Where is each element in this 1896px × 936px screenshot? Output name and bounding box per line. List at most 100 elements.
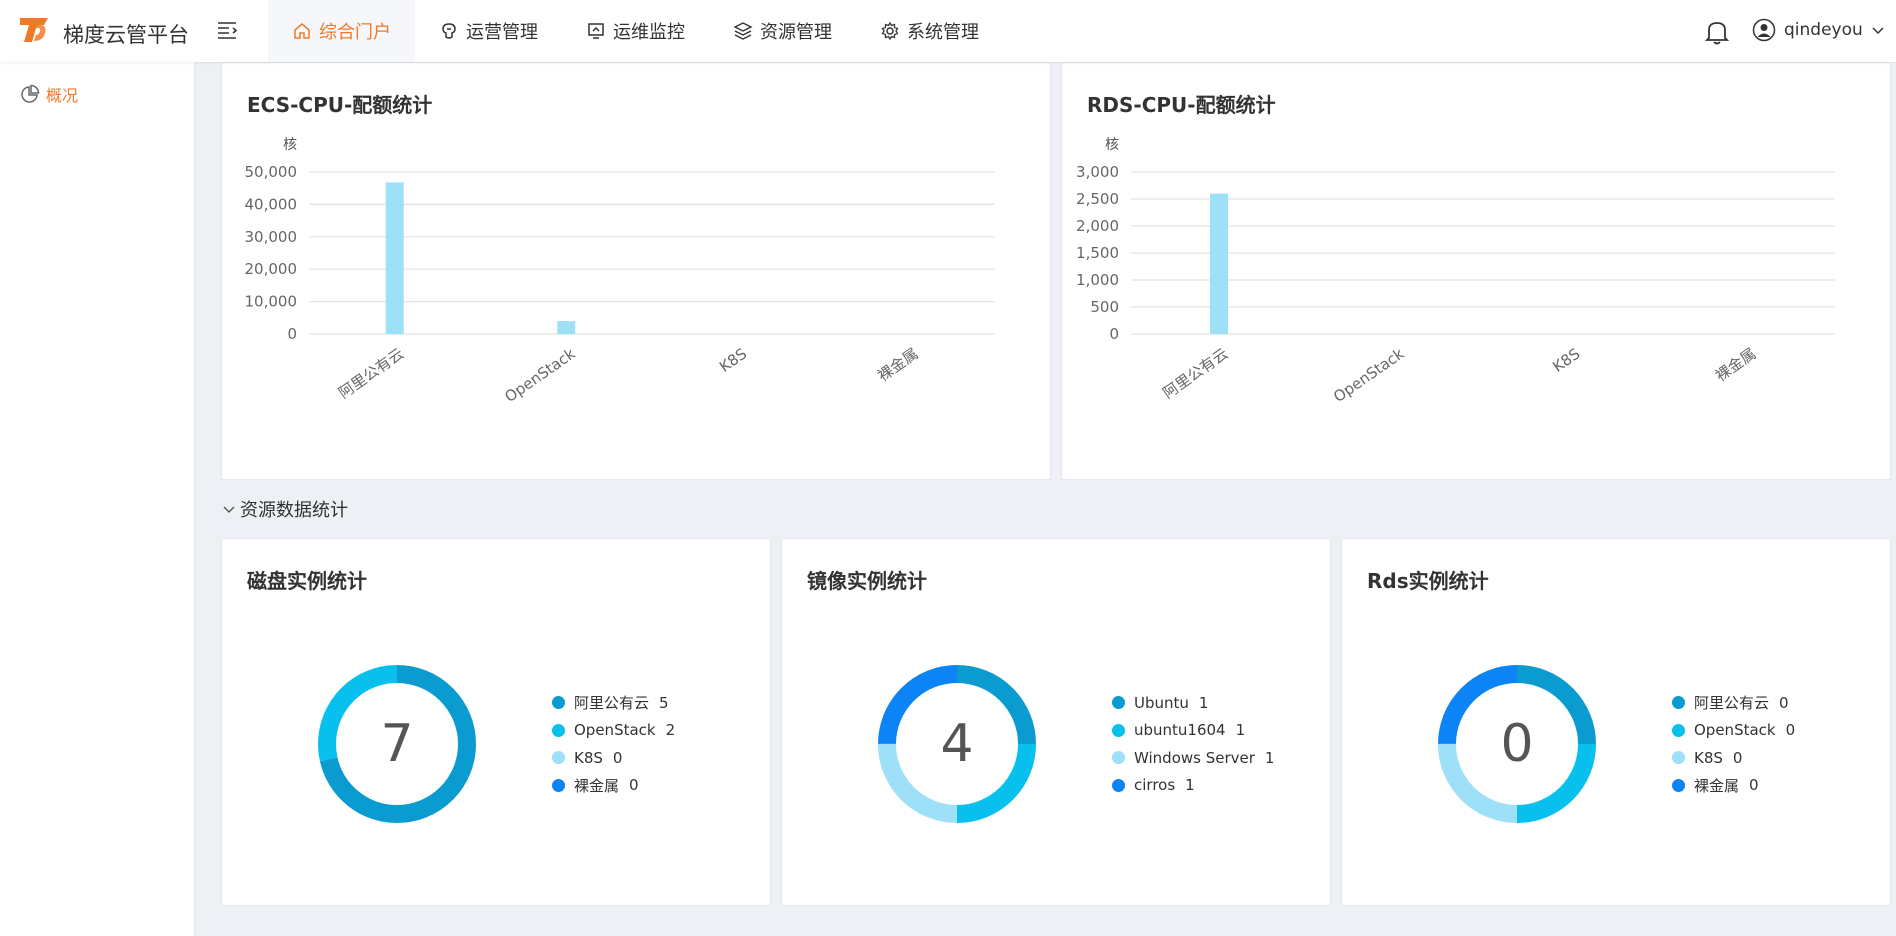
legend-label: cirros: [1134, 776, 1176, 795]
menu-collapse-icon[interactable]: [215, 18, 239, 42]
legend-item[interactable]: 阿里公有云 5: [552, 689, 675, 717]
y-tick-label: 30,000: [245, 228, 298, 246]
chart-title: 磁盘实例统计: [247, 569, 367, 593]
monitor-icon: [588, 23, 604, 39]
nav-item-label: 系统管理: [907, 22, 979, 43]
gear-icon: [881, 21, 899, 41]
y-tick-label: 40,000: [245, 195, 298, 213]
chevron-down-icon: [223, 506, 235, 513]
legend-value: 0: [1779, 693, 1789, 712]
legend-label: 裸金属: [574, 776, 620, 795]
chart-card-rds-cpu: RDS-CPU-配额统计 0 500 1,000 1,500 2,000 2,500 3,0…: [1061, 62, 1891, 480]
legend-item[interactable]: 阿里公有云 0: [1672, 689, 1795, 717]
legend-item[interactable]: ubuntu1604 1: [1112, 717, 1274, 745]
nav-item-label: 资源管理: [760, 22, 832, 43]
x-tick-label: 裸金属: [1712, 345, 1759, 386]
y-axis-unit: 核: [283, 137, 297, 153]
legend-label: OpenStack: [1694, 721, 1776, 740]
main-nav: 综合门户 运营管理 运维监控 资源管理 系统管理: [268, 0, 1003, 62]
user-menu[interactable]: qindeyou: [1752, 18, 1885, 42]
x-tick-label: 裸金属: [874, 345, 921, 386]
x-tick-label: OpenStack: [501, 344, 578, 406]
legend-value: 0: [629, 776, 639, 795]
y-axis-unit: 核: [1105, 137, 1119, 153]
y-tick-label: 0: [1109, 325, 1119, 343]
legend-label: K8S: [574, 748, 603, 767]
chart-card-rds-instance: Rds实例统计 0 阿里公有云 0 OpenStack 0 K8S 0 裸金属 0: [1341, 538, 1891, 906]
donut-total: 4: [940, 714, 974, 774]
legend-label: Ubuntu: [1134, 693, 1189, 712]
y-tick-label: 2,500: [1076, 190, 1119, 208]
legend-value: 0: [612, 748, 623, 767]
legend-label: 阿里公有云: [574, 694, 650, 713]
bar: [385, 182, 404, 334]
nav-item-system[interactable]: 系统管理: [856, 0, 1003, 62]
legend-label: OpenStack: [574, 721, 656, 740]
legend-label: K8S: [1694, 748, 1723, 767]
legend-item[interactable]: cirros 1: [1112, 772, 1274, 800]
donut-total: 7: [380, 714, 414, 774]
chart-title: Rds实例统计: [1367, 569, 1489, 593]
legend-dot: [1672, 751, 1685, 765]
y-tick-label: 1,000: [1076, 271, 1119, 289]
nav-item-portal[interactable]: 综合门户: [268, 0, 415, 62]
sidebar-item-overview[interactable]: 概况: [20, 82, 78, 106]
app-title: 梯度云管平台: [63, 23, 189, 47]
bar: [557, 321, 576, 334]
legend-dot: [1112, 723, 1125, 737]
chart-card-image: 镜像实例统计 4 Ubuntu 1 ubuntu1604 1 Windows Serve…: [781, 538, 1331, 906]
chart-legend: 阿里公有云 0 OpenStack 0 K8S 0 裸金属 0: [1672, 689, 1795, 799]
legend-value: 0: [1732, 748, 1743, 767]
legend-item[interactable]: 裸金属 0: [1672, 772, 1795, 800]
legend-dot: [1672, 778, 1685, 792]
notification-bell-icon[interactable]: [1704, 18, 1730, 46]
legend-label: 裸金属: [1694, 776, 1740, 795]
y-tick-label: 20,000: [245, 260, 298, 278]
legend-dot: [552, 751, 565, 765]
legend-item[interactable]: Ubuntu 1: [1112, 689, 1274, 717]
top-bar: 梯度云管平台 综合门户 运营管理 运维监控 资源管理 系统管理 qindeyou: [0, 0, 1896, 62]
legend-item[interactable]: Windows Server 1: [1112, 744, 1274, 772]
chart-legend: Ubuntu 1 ubuntu1604 1 Windows Server 1 cirros 1: [1112, 689, 1274, 799]
nav-item-label: 运维监控: [613, 22, 685, 43]
legend-value: 0: [1785, 721, 1796, 740]
legend-dot: [1672, 696, 1685, 710]
donut-chart: 7: [312, 659, 482, 829]
x-tick-label: 阿里公有云: [335, 345, 407, 403]
legend-dot: [1672, 723, 1685, 737]
legend-item[interactable]: OpenStack 0: [1672, 717, 1795, 745]
x-tick-label: 阿里公有云: [1160, 345, 1232, 403]
legend-item[interactable]: K8S 0: [1672, 744, 1795, 772]
legend-item[interactable]: OpenStack 2: [552, 717, 675, 745]
chart-legend: 阿里公有云 5 OpenStack 2 K8S 0 裸金属 0: [552, 689, 675, 799]
operations-icon: [442, 23, 456, 39]
legend-item[interactable]: K8S 0: [552, 744, 675, 772]
x-tick-label: K8S: [1549, 345, 1583, 376]
section-title: 资源数据统计: [240, 500, 348, 521]
x-tick-label: OpenStack: [1330, 344, 1407, 406]
y-tick-label: 50,000: [245, 163, 298, 181]
chart-card-disk: 磁盘实例统计 7 阿里公有云 5 OpenStack 2 K8S 0 裸金属 0: [221, 538, 771, 906]
logo-icon: [20, 18, 48, 42]
user-name: qindeyou: [1784, 20, 1863, 40]
chart-title: 镜像实例统计: [807, 569, 927, 593]
chart-card-ecs-cpu: ECS-CPU-配额统计 0 10,000 20,000 30,000 40,000 50…: [221, 62, 1051, 480]
y-tick-label: 0: [287, 325, 297, 343]
nav-item-resources[interactable]: 资源管理: [709, 0, 856, 62]
nav-item-monitoring[interactable]: 运维监控: [562, 0, 709, 62]
legend-dot: [1112, 696, 1125, 710]
nav-item-operations[interactable]: 运营管理: [415, 0, 562, 62]
user-avatar-icon: [1752, 18, 1776, 42]
legend-dot: [1112, 778, 1125, 792]
legend-dot: [1112, 751, 1125, 765]
x-tick-label: K8S: [716, 345, 750, 376]
y-tick-label: 2,000: [1076, 217, 1119, 235]
legend-value: 0: [1749, 776, 1759, 795]
legend-item[interactable]: 裸金属 0: [552, 772, 675, 800]
bar-chart-ecs: 0 10,000 20,000 30,000 40,000 50,000 核阿里公有云 Ope…: [245, 137, 995, 406]
bar: [1210, 193, 1228, 334]
legend-label: 阿里公有云: [1694, 694, 1770, 713]
legend-dot: [552, 696, 565, 710]
legend-value: 2: [665, 721, 676, 740]
section-toggle[interactable]: 资源数据统计: [222, 496, 348, 522]
